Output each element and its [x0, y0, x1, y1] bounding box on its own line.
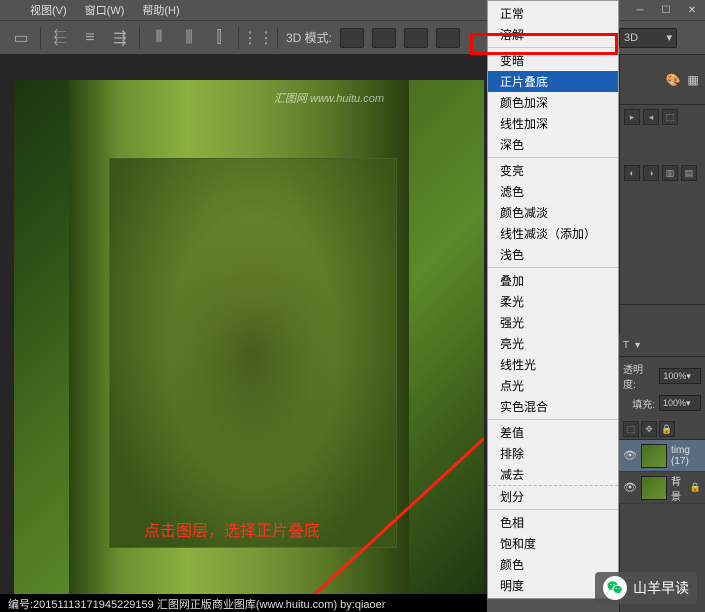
- opacity-label: 透明度:: [623, 361, 655, 391]
- layer-bounds: [109, 158, 397, 548]
- opacity-field[interactable]: 100%▾: [659, 368, 701, 384]
- blend-hue[interactable]: 色相: [488, 512, 618, 533]
- panel-icon[interactable]: ▸: [624, 109, 640, 125]
- type-tool-icon[interactable]: T: [623, 340, 629, 351]
- menu-help[interactable]: 帮助(H): [142, 2, 179, 18]
- blend-subtract[interactable]: 减去: [488, 464, 618, 485]
- blend-lineardodge[interactable]: 线性减淡（添加）: [488, 223, 618, 244]
- annotation-text: 点击图层，选择正片叠底: [144, 517, 320, 541]
- distribute-icon[interactable]: ⫴: [148, 27, 170, 49]
- wechat-badge: 山羊早读: [595, 572, 697, 604]
- window-controls: ─ ☐ ✕: [627, 0, 705, 20]
- mode-btn-2[interactable]: [372, 28, 396, 48]
- wechat-icon: [603, 576, 627, 600]
- swatches-icon[interactable]: ▦: [685, 73, 701, 87]
- layers-panel: T ▾ 透明度: 100%▾ 填充: 100%▾ ⬚ ✥ 🔒 👁 timg (1…: [619, 335, 705, 504]
- lock-all-icon[interactable]: 🔒: [659, 421, 675, 437]
- status-bar: 编号:20151113171945229159 汇图网正版商业图库(www.hu…: [0, 594, 487, 612]
- blend-colorburn[interactable]: 颜色加深: [488, 92, 618, 113]
- blend-exclusion[interactable]: 排除: [488, 443, 618, 464]
- panel-icon[interactable]: ▤: [681, 165, 697, 181]
- separator: [238, 27, 239, 49]
- maximize-button[interactable]: ☐: [653, 0, 679, 20]
- panel-icon[interactable]: ◐: [624, 165, 640, 181]
- panel-icon[interactable]: ▥: [662, 165, 678, 181]
- mode-label: 3D 模式:: [286, 29, 332, 46]
- blend-linearburn[interactable]: 线性加深: [488, 113, 618, 134]
- blend-linearlight[interactable]: 线性光: [488, 354, 618, 375]
- layers-panel-tabs: T ▾: [619, 335, 705, 357]
- blend-hardmix[interactable]: 实色混合: [488, 396, 618, 417]
- layer-name[interactable]: 背景: [671, 473, 686, 503]
- collapsed-panel-top: 🎨 ▦: [620, 55, 705, 105]
- align-left-icon[interactable]: ⬱: [49, 27, 71, 49]
- more-icon[interactable]: ⋮⋮: [247, 27, 269, 49]
- align-right-icon[interactable]: ⇶: [109, 27, 131, 49]
- watermark-text: 汇图网 www.huitu.com: [274, 90, 384, 106]
- mode-btn-4[interactable]: [436, 28, 460, 48]
- blend-screen[interactable]: 滤色: [488, 181, 618, 202]
- distribute-icon-3[interactable]: ⫿: [208, 27, 230, 49]
- blend-vividlight[interactable]: 亮光: [488, 333, 618, 354]
- layer-row-1[interactable]: 👁 timg (17): [619, 440, 705, 472]
- blend-dissolve[interactable]: 溶解: [488, 24, 618, 45]
- layer-thumbnail[interactable]: [641, 476, 667, 500]
- separator: [277, 27, 278, 49]
- blend-mode-menu: 正常 溶解 变暗 正片叠底 颜色加深 线性加深 深色 变亮 滤色 颜色减淡 线性…: [487, 0, 619, 599]
- blend-divide[interactable]: 划分: [488, 485, 618, 507]
- mode-btn-1[interactable]: [340, 28, 364, 48]
- chevron-down-icon: ▾: [666, 31, 672, 44]
- face-graphic: [167, 217, 339, 489]
- blend-pinlight[interactable]: 点光: [488, 375, 618, 396]
- chevron-down-icon: ▾: [686, 398, 691, 409]
- right-panels: 🎨 ▦ ▸ ◂ ⬚ ◐ ◑ ▥ ▤: [619, 55, 705, 612]
- blend-darkercolor[interactable]: 深色: [488, 134, 618, 155]
- menu-window[interactable]: 窗口(W): [85, 2, 125, 18]
- lock-position-icon[interactable]: ✥: [641, 421, 657, 437]
- collapsed-panel-mid: ▸ ◂ ⬚ ◐ ◑ ▥ ▤: [620, 105, 705, 305]
- blend-saturation[interactable]: 饱和度: [488, 533, 618, 554]
- panel-icon[interactable]: ⬚: [662, 109, 678, 125]
- blend-lightercolor[interactable]: 浅色: [488, 244, 618, 265]
- visibility-eye-icon[interactable]: 👁: [623, 449, 637, 462]
- blend-colordodge[interactable]: 颜色减淡: [488, 202, 618, 223]
- tool-icon[interactable]: ▭: [10, 27, 32, 49]
- canvas-area: 汇图网 www.huitu.com 点击图层，选择正片叠底 编号:2015111…: [0, 55, 487, 612]
- blend-hardlight[interactable]: 强光: [488, 312, 618, 333]
- wechat-name: 山羊早读: [633, 578, 689, 598]
- menu-view[interactable]: 视图(V): [30, 2, 67, 18]
- layer-thumbnail[interactable]: [641, 444, 667, 468]
- layer-row-2[interactable]: 👁 背景 🔒: [619, 472, 705, 504]
- blend-multiply[interactable]: 正片叠底: [488, 71, 618, 92]
- mode-btn-3[interactable]: [404, 28, 428, 48]
- chevron-down-icon: ▾: [686, 371, 691, 382]
- close-button[interactable]: ✕: [679, 0, 705, 20]
- distribute-icon-2[interactable]: ⫼: [178, 27, 200, 49]
- align-center-icon[interactable]: ≡: [79, 27, 101, 49]
- minimize-button[interactable]: ─: [627, 0, 653, 20]
- document-canvas[interactable]: 汇图网 www.huitu.com 点击图层，选择正片叠底: [14, 80, 484, 605]
- blend-darken[interactable]: 变暗: [488, 50, 618, 71]
- panel-icon[interactable]: ◑: [643, 165, 659, 181]
- blend-normal[interactable]: 正常: [488, 3, 618, 24]
- blend-overlay[interactable]: 叠加: [488, 270, 618, 291]
- panel-icon[interactable]: ◂: [643, 109, 659, 125]
- separator: [40, 27, 41, 49]
- blend-lighten[interactable]: 变亮: [488, 160, 618, 181]
- blend-difference[interactable]: 差值: [488, 422, 618, 443]
- fill-label: 填充:: [632, 396, 655, 411]
- separator: [139, 27, 140, 49]
- lock-icons-row: ⬚ ✥ 🔒: [619, 419, 705, 440]
- fill-field[interactable]: 100%▾: [659, 395, 701, 411]
- layer-name[interactable]: timg (17): [671, 445, 701, 467]
- blend-softlight[interactable]: 柔光: [488, 291, 618, 312]
- color-panel-icon[interactable]: 🎨: [665, 73, 681, 87]
- visibility-eye-icon[interactable]: 👁: [623, 481, 637, 494]
- panel-menu-icon[interactable]: ▾: [635, 340, 640, 351]
- lock-icon: 🔒: [690, 482, 701, 493]
- lock-pixels-icon[interactable]: ⬚: [623, 421, 639, 437]
- dropdown-3d[interactable]: 3D▾: [619, 28, 677, 48]
